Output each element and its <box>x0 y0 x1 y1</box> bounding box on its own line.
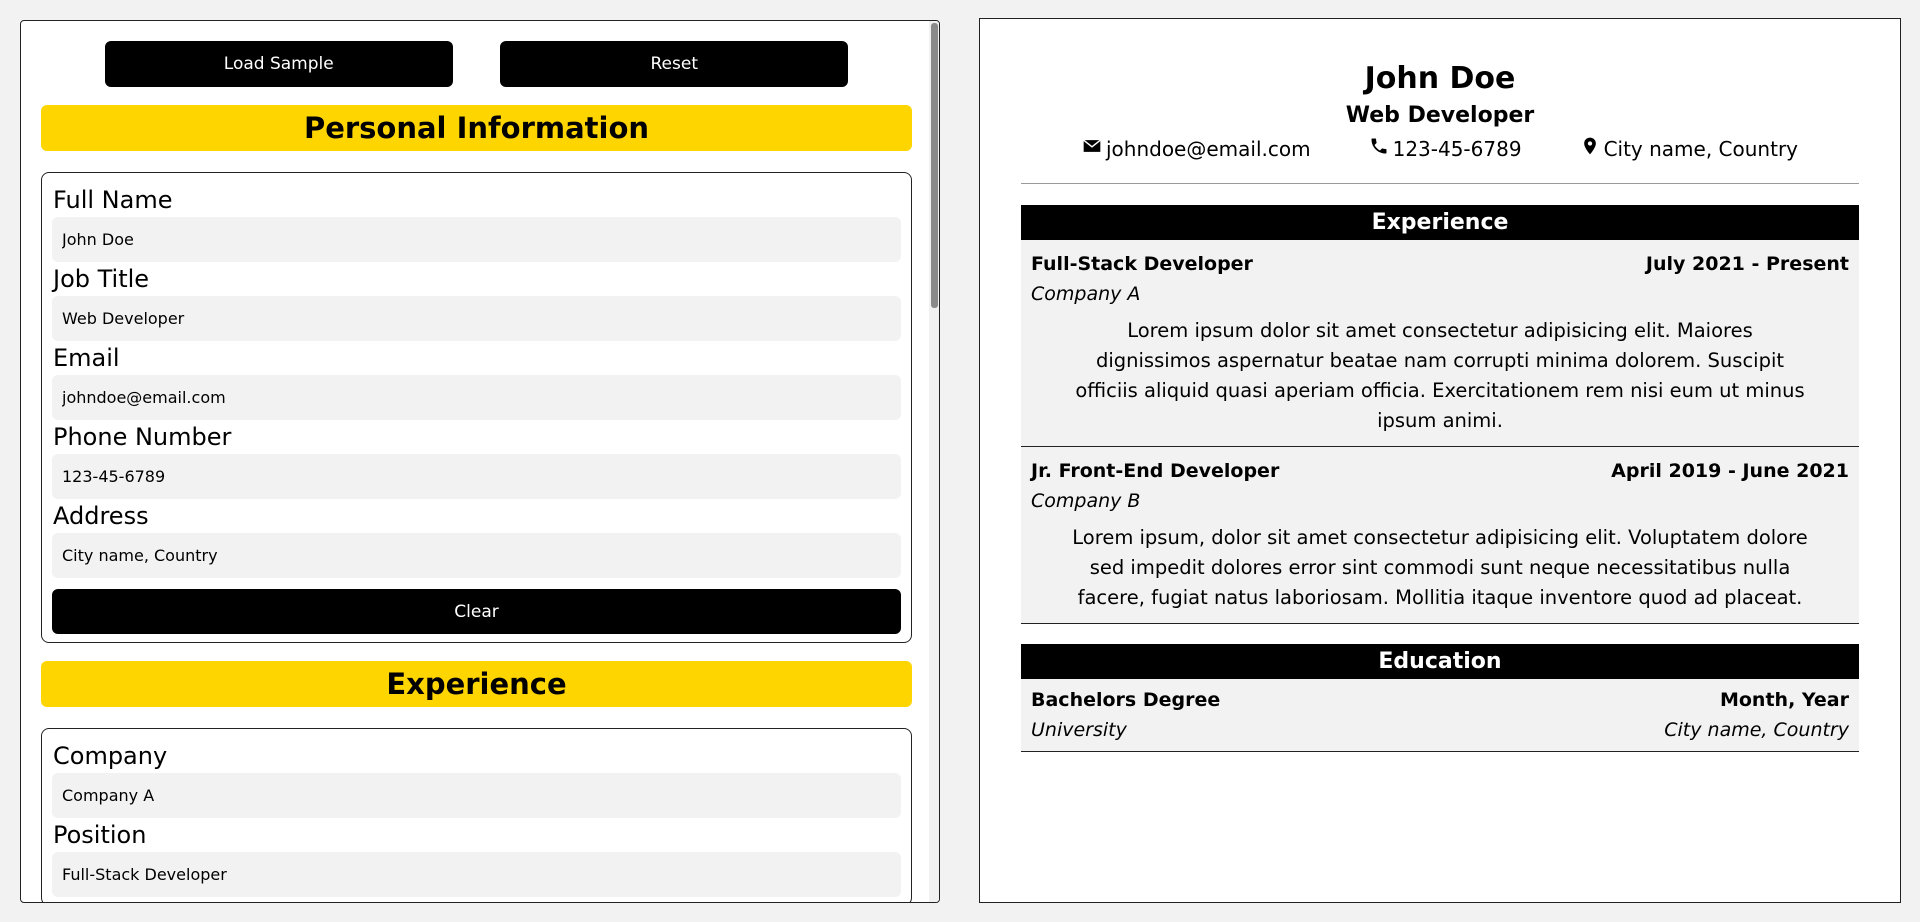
cv-job-title: Web Developer <box>1345 103 1535 128</box>
editor-scrollbar[interactable] <box>929 21 939 902</box>
full-name-label: Full Name <box>53 186 173 214</box>
cv-description: Lorem ipsum dolor sit amet consectetur a… <box>1075 319 1805 432</box>
address-field: Address <box>52 499 901 578</box>
cv-contact-phone: 123-45-6789 <box>1369 135 1522 163</box>
address-input[interactable] <box>52 533 901 578</box>
full-name-field: Full Name <box>52 183 901 262</box>
cv-email-text: johndoe@email.com <box>1105 137 1311 161</box>
email-field: Email <box>52 341 901 420</box>
cv-preview-panel: John Doe Web Developer johndoe@email.com… <box>979 18 1901 903</box>
cv-contact-email: johndoe@email.com <box>1082 135 1311 163</box>
load-sample-button[interactable]: Load Sample <box>104 41 453 87</box>
company-field: Company <box>52 739 901 818</box>
cv-name: John Doe <box>1364 61 1516 96</box>
editor-scrollbar-thumb[interactable] <box>931 23 938 308</box>
position-field: Position <box>52 818 901 897</box>
cv-education-entry: Bachelors Degree Month, Year University … <box>1021 679 1859 752</box>
cv-description: Lorem ipsum, dolor sit amet consectetur … <box>1072 526 1808 609</box>
email-input[interactable] <box>52 375 901 420</box>
job-title-input[interactable] <box>52 296 901 341</box>
cv-experience-entry: Jr. Front-End Developer April 2019 - Jun… <box>1021 447 1859 624</box>
email-label: Email <box>53 344 120 372</box>
editor-panel: Load Sample Reset Personal Information F… <box>20 20 940 903</box>
editor-content: Load Sample Reset Personal Information F… <box>41 41 912 902</box>
cv-degree: Bachelors Degree <box>1031 689 1221 711</box>
cv-entry-subheader: Company A <box>1031 279 1849 309</box>
personal-info-form: Full Name Job Title Email Phone Number A… <box>41 172 912 643</box>
cv-entry-subheader: Company B <box>1031 486 1849 516</box>
location-pin-icon <box>1580 135 1600 163</box>
cv-experience-entry: Full-Stack Developer July 2021 - Present… <box>1021 240 1859 447</box>
cv-contact-address: City name, Country <box>1580 135 1798 163</box>
full-name-input[interactable] <box>52 217 901 262</box>
position-input[interactable] <box>52 852 901 897</box>
cv-entry-header: Full-Stack Developer July 2021 - Present <box>1031 249 1849 279</box>
cv-entry-header: Bachelors Degree Month, Year <box>1031 685 1849 715</box>
toolbar: Load Sample Reset <box>41 41 912 87</box>
cv-company: Company A <box>1031 283 1141 305</box>
cv-dates: July 2021 - Present <box>1645 253 1849 275</box>
cv-edu-date: Month, Year <box>1719 689 1849 711</box>
experience-form: Company Position <box>41 728 912 902</box>
company-input[interactable] <box>52 773 901 818</box>
cv-position: Full-Stack Developer <box>1031 253 1253 275</box>
clear-button[interactable]: Clear <box>52 589 901 634</box>
cv-position: Jr. Front-End Developer <box>1031 460 1280 482</box>
company-label: Company <box>53 742 168 770</box>
cv-divider <box>1021 183 1859 184</box>
position-label: Position <box>53 821 147 849</box>
phone-icon <box>1369 135 1389 163</box>
cv-entry-subheader: University City name, Country <box>1031 715 1849 745</box>
cv-phone-text: 123-45-6789 <box>1392 137 1522 161</box>
job-title-field: Job Title <box>52 262 901 341</box>
phone-field: Phone Number <box>52 420 901 499</box>
reset-button[interactable]: Reset <box>500 41 849 87</box>
mail-icon <box>1082 135 1102 163</box>
cv-address-text: City name, Country <box>1603 137 1799 161</box>
experience-form-heading: Experience <box>41 661 912 707</box>
cv-experience-heading: Experience <box>1021 205 1859 240</box>
cv-contact-row: johndoe@email.com 123-45-6789 City name,… <box>1021 135 1859 163</box>
phone-label: Phone Number <box>53 423 232 451</box>
cv-education-heading: Education <box>1021 644 1859 679</box>
address-label: Address <box>53 502 149 530</box>
cv-school: University <box>1031 719 1127 741</box>
cv-entry-header: Jr. Front-End Developer April 2019 - Jun… <box>1031 456 1849 486</box>
personal-info-heading: Personal Information <box>41 105 912 151</box>
cv-edu-location: City name, Country <box>1664 719 1849 741</box>
phone-input[interactable] <box>52 454 901 499</box>
cv-company: Company B <box>1031 490 1141 512</box>
job-title-label: Job Title <box>53 265 150 293</box>
cv-dates: April 2019 - June 2021 <box>1611 460 1849 482</box>
cv-document: John Doe Web Developer johndoe@email.com… <box>1021 59 1859 752</box>
